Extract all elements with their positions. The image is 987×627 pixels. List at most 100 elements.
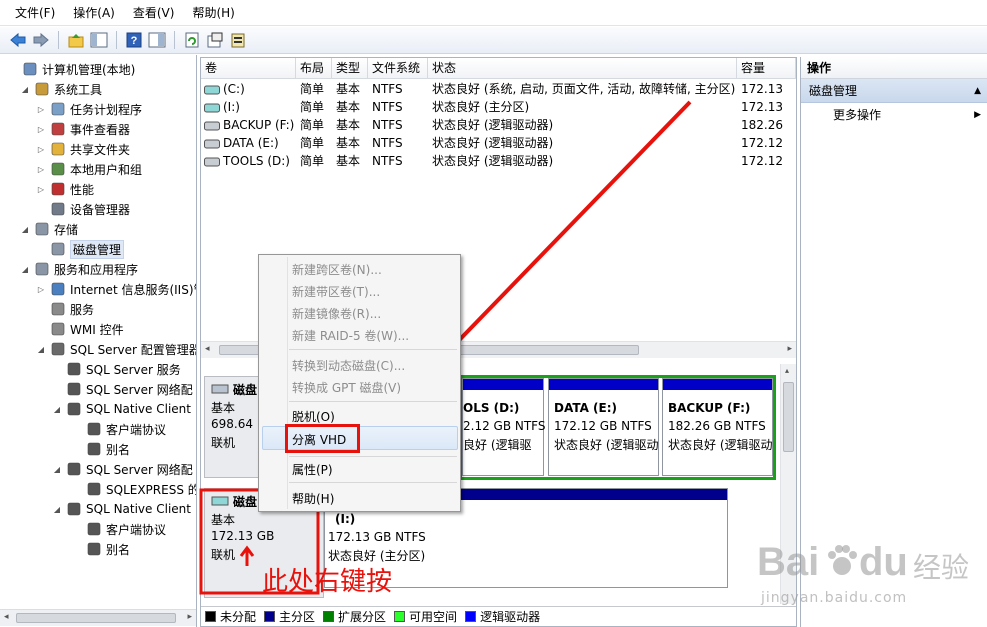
table-row[interactable]: BACKUP (F:) 简单 基本 NTFS 状态良好 (逻辑驱动器) 182.26 — [201, 116, 796, 134]
menu-help-item[interactable]: 帮助(H) — [292, 490, 334, 507]
table-row[interactable]: (I:) 简单 基本 NTFS 状态良好 (主分区) 172.13 — [201, 98, 796, 116]
tree-item[interactable]: ▷ 共享文件夹 — [36, 139, 130, 159]
expand-toggle-icon[interactable]: ◢ — [20, 85, 30, 94]
menu-help[interactable]: 帮助(H) — [183, 0, 243, 26]
sqlexpress-icon — [86, 481, 102, 497]
table-row[interactable]: (C:) 简单 基本 NTFS 状态良好 (系统, 启动, 页面文件, 活动, 故障转储… — [201, 80, 796, 98]
tree-item[interactable]: SQLEXPRESS 的 — [72, 479, 196, 499]
expand-toggle-icon[interactable]: ◢ — [36, 345, 46, 354]
actions-section-disk-management[interactable]: 磁盘管理 ▲ — [801, 79, 987, 103]
col-volume[interactable]: 卷 — [201, 58, 296, 79]
col-type[interactable]: 类型 — [332, 58, 368, 79]
tree-item[interactable]: SQL Server 服务 — [52, 359, 181, 379]
menu-new-spanned[interactable]: 新建跨区卷(N)... — [292, 261, 382, 278]
table-cell: (I:) — [223, 100, 240, 114]
expand-toggle-icon[interactable]: ◢ — [52, 405, 62, 414]
wmi-icon — [50, 321, 66, 337]
tree-item[interactable]: SQL Server 网络配 — [52, 379, 193, 399]
partition-backup-size: 182.26 GB NTFS — [668, 419, 766, 433]
menu-new-raid5[interactable]: 新建 RAID-5 卷(W)... — [292, 327, 409, 344]
expand-toggle-icon[interactable]: ◢ — [20, 265, 30, 274]
tree-item[interactable]: ◢ 存储 — [20, 219, 78, 239]
table-cell: 172.13 — [741, 82, 783, 96]
up-folder-icon[interactable] — [66, 30, 86, 50]
watermark-brand: Bai — [757, 540, 820, 584]
expand-toggle-icon[interactable]: ◢ — [52, 505, 62, 514]
tree-item[interactable]: ▷ Internet 信息服务(IIS)管 — [36, 279, 196, 299]
tree-item[interactable]: ▷ 任务计划程序 — [36, 99, 142, 119]
tree-item[interactable]: ◢ 服务和应用程序 — [20, 259, 138, 279]
expand-toggle-icon[interactable]: ▷ — [36, 165, 46, 174]
partition-data-status: 状态良好 (逻辑驱动 — [554, 438, 658, 452]
expand-toggle-icon[interactable]: ▷ — [36, 185, 46, 194]
tree-item[interactable]: 设备管理器 — [36, 199, 130, 219]
legend-label: 可用空间 — [409, 610, 458, 624]
tree-item[interactable]: ▷ 性能 — [36, 179, 94, 199]
partition-data[interactable]: DATA (E:) 172.12 GB NTFS 状态良好 (逻辑驱动 — [548, 378, 659, 476]
console-pane-icon[interactable] — [147, 30, 167, 50]
table-row[interactable]: TOOLS (D:) 简单 基本 NTFS 状态良好 (逻辑驱动器) 172.12 — [201, 152, 796, 170]
tree-item[interactable]: 服务 — [36, 299, 94, 319]
watermark-suffix: 经验 — [913, 551, 970, 584]
tree-item[interactable]: 别名 — [72, 539, 130, 559]
collapse-arrow-icon[interactable]: ▲ — [974, 79, 981, 103]
partition-backup[interactable]: BACKUP (F:) 182.26 GB NTFS 状态良好 (逻辑驱动 — [662, 378, 773, 476]
col-capacity[interactable]: 容量 — [737, 58, 796, 79]
annotation-text: 此处右键按 — [262, 567, 393, 597]
expand-toggle-icon[interactable]: ▷ — [36, 125, 46, 134]
expand-toggle-icon[interactable]: ▷ — [36, 105, 46, 114]
col-filesystem[interactable]: 文件系统 — [368, 58, 428, 79]
more-actions-item[interactable]: 更多操作 ▶ — [801, 105, 987, 125]
tree-item-label: 计算机管理(本地) — [42, 62, 136, 77]
tree-item[interactable]: ▷ 本地用户和组 — [36, 159, 142, 179]
storage-icon — [34, 221, 50, 237]
menu-view[interactable]: 查看(V) — [124, 0, 184, 26]
tree-item[interactable]: 客户端协议 — [72, 519, 166, 539]
protocol-icon — [86, 421, 102, 437]
expand-toggle-icon[interactable]: ◢ — [52, 465, 62, 474]
expand-toggle-icon[interactable]: ▷ — [36, 145, 46, 154]
export-icon[interactable] — [228, 30, 248, 50]
tree-item[interactable]: WMI 控件 — [36, 319, 124, 339]
tree-horizontal-scrollbar[interactable]: ◂ ▸ — [0, 609, 196, 626]
refresh-icon[interactable] — [182, 30, 202, 50]
menu-new-striped[interactable]: 新建带区卷(T)... — [292, 283, 380, 300]
table-cell: NTFS — [372, 154, 403, 168]
tree-item[interactable]: 计算机管理(本地) — [8, 59, 135, 79]
col-status[interactable]: 状态 — [428, 58, 737, 79]
col-layout[interactable]: 布局 — [296, 58, 332, 79]
tree-item[interactable]: ▷ 事件查看器 — [36, 119, 130, 139]
disk-0-size: 698.64 — [211, 417, 253, 431]
legend-item: 未分配 — [205, 608, 256, 625]
partition-tools[interactable]: OLS (D:) 2.12 GB NTFS 良好 (逻辑驱 — [462, 378, 546, 476]
tree-item[interactable]: ◢ SQL Server 网络配 — [52, 459, 193, 479]
tree-item[interactable]: ◢ SQL Server 配置管理器 — [36, 339, 196, 359]
show-hide-tree-icon[interactable] — [89, 30, 109, 50]
forward-arrow-icon[interactable] — [31, 30, 51, 50]
properties-icon[interactable] — [205, 30, 225, 50]
menu-offline[interactable]: 脱机(O) — [292, 408, 335, 425]
expand-toggle-icon[interactable]: ▷ — [36, 285, 46, 294]
tree-item[interactable]: 客户端协议 — [72, 419, 166, 439]
menu-convert-gpt[interactable]: 转换成 GPT 磁盘(V) — [292, 379, 401, 396]
menu-file[interactable]: 文件(F) — [6, 0, 64, 26]
menu-properties[interactable]: 属性(P) — [292, 461, 333, 478]
table-row[interactable]: DATA (E:) 简单 基本 NTFS 状态良好 (逻辑驱动器) 172.12 — [201, 134, 796, 152]
table-cell: 简单 — [300, 100, 325, 114]
menu-new-mirrored[interactable]: 新建镜像卷(R)... — [292, 305, 381, 322]
expand-toggle-icon[interactable]: ◢ — [20, 225, 30, 234]
menu-convert-dynamic[interactable]: 转换到动态磁盘(C)... — [292, 357, 405, 374]
navigation-tree: 计算机管理(本地) ◢ 系统工具 ▷ 任务计划程序 ▷ 事件查看器 ▷ 共享文件夹 ▷ 本地用户和组… — [0, 55, 197, 627]
tree-item[interactable]: ◢ SQL Native Client — [52, 399, 191, 419]
help-icon[interactable]: ? — [124, 30, 144, 50]
sql-network-icon — [66, 461, 82, 477]
tree-item[interactable]: 磁盘管理 — [36, 239, 125, 259]
services-icon — [50, 301, 66, 317]
legend-swatch — [205, 611, 216, 622]
tree-item[interactable]: ◢ 系统工具 — [20, 79, 102, 99]
back-arrow-icon[interactable] — [8, 30, 28, 50]
menu-action[interactable]: 操作(A) — [64, 0, 124, 26]
tree-item[interactable]: ◢ SQL Native Client — [52, 499, 191, 519]
tree-item[interactable]: 别名 — [72, 439, 130, 459]
disk-1-type: 基本 — [211, 513, 236, 527]
